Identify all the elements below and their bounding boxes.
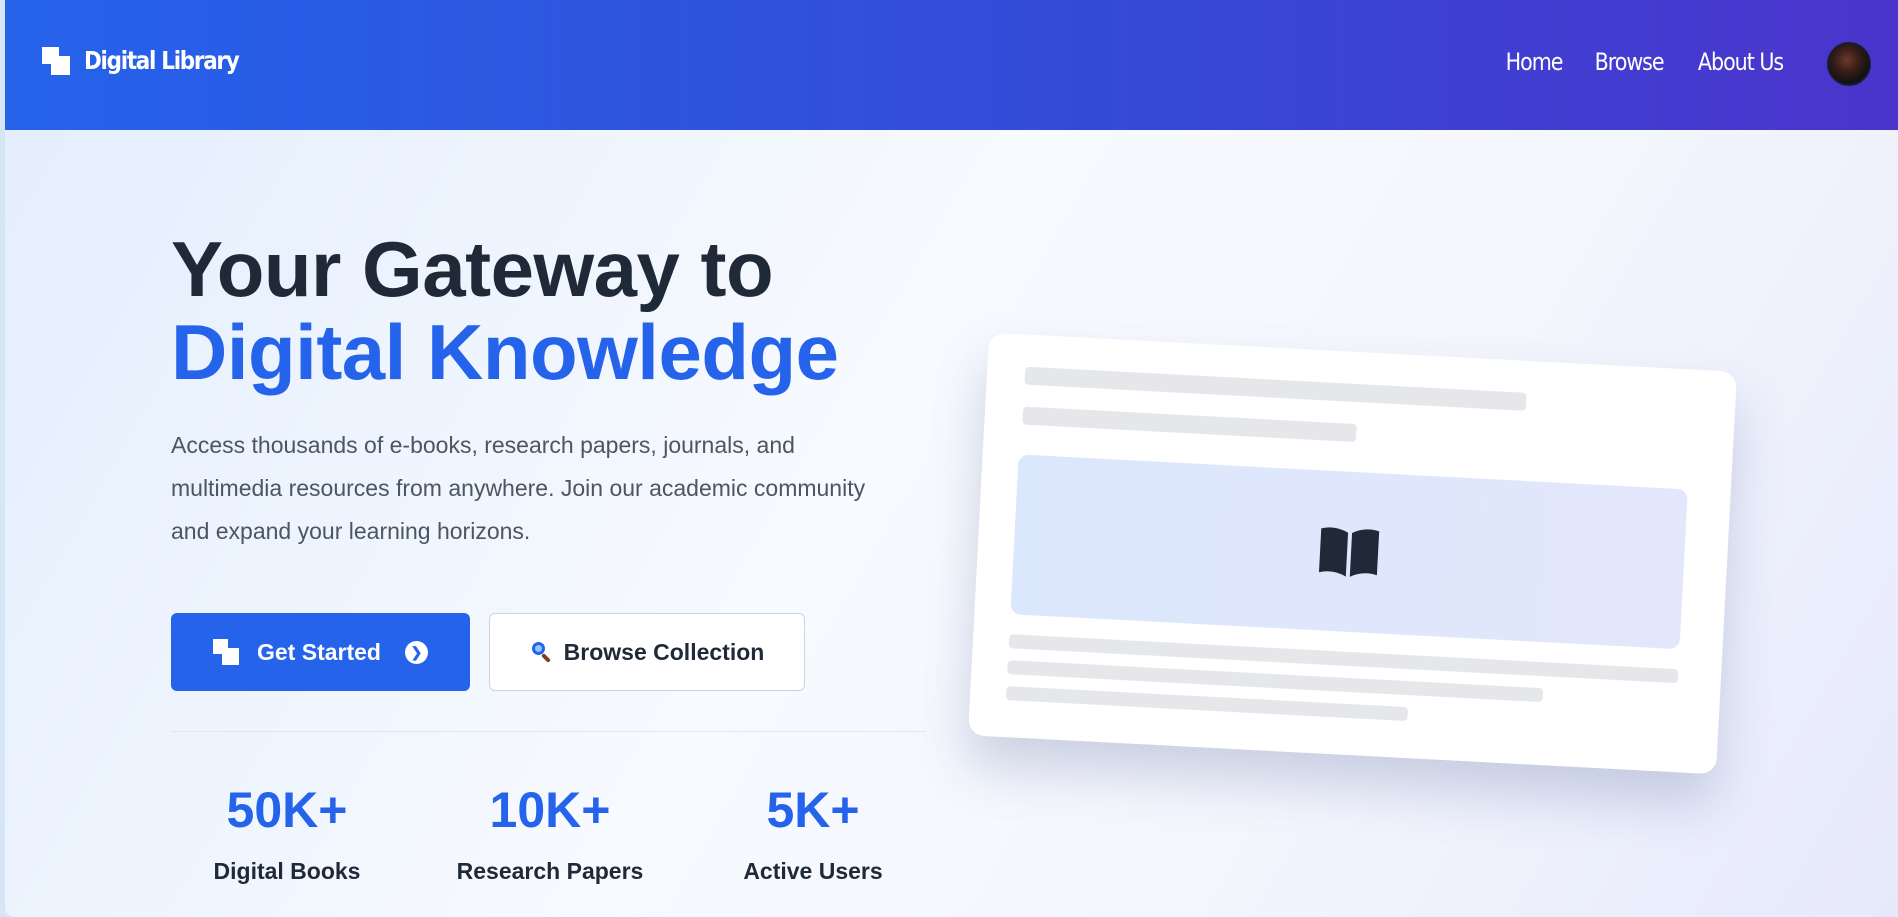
stat-label: Research Papers [456,858,644,884]
stat-value: 10K+ [489,782,611,838]
get-started-label: Get Started [257,638,381,665]
stat-research-papers: 10K+ Research Papers [430,780,670,885]
logo-squares-icon [42,46,70,75]
stat-active-users: 5K+ Active Users [693,780,933,885]
nav-item-browse[interactable]: Browse [1594,48,1664,76]
magnifier-icon [530,640,554,664]
arrow-right-circle-icon: ❯ [404,640,428,664]
navbar: Digital Library Home Browse About Us [5,0,1898,130]
nav-item-home[interactable]: Home [1505,48,1563,76]
stats-divider [171,731,925,732]
hero-title: Your Gateway to Digital Knowledge [171,228,839,394]
hero-title-line1: Your Gateway to [171,225,774,313]
open-book-icon [1318,527,1380,577]
logo-squares-icon [213,639,239,665]
stat-label: Digital Books [213,858,361,884]
page-frame: Digital Library Home Browse About Us You… [5,0,1898,917]
library-preview-card [967,332,1738,775]
brand-name: Digital Library [84,46,240,75]
user-avatar[interactable] [1827,42,1871,86]
brand[interactable]: Digital Library [42,46,264,75]
stat-value: 5K+ [766,782,860,838]
hero-title-line2: Digital Knowledge [171,308,839,396]
stat-value: 50K+ [226,782,348,838]
nav-item-about-us[interactable]: About Us [1698,48,1784,76]
placeholder-bar [1022,406,1357,443]
preview-image [1010,454,1688,650]
nav-links: Home Browse About Us [1501,48,1790,76]
get-started-button[interactable]: Get Started ❯ [171,613,470,691]
stat-label: Active Users [743,858,883,884]
placeholder-bar [1024,366,1527,411]
browse-collection-label: Browse Collection [563,638,765,665]
browse-collection-button[interactable]: Browse Collection [489,613,805,691]
hero-description: Access thousands of e-books, research pa… [171,432,866,544]
stat-digital-books: 50K+ Digital Books [167,780,407,885]
